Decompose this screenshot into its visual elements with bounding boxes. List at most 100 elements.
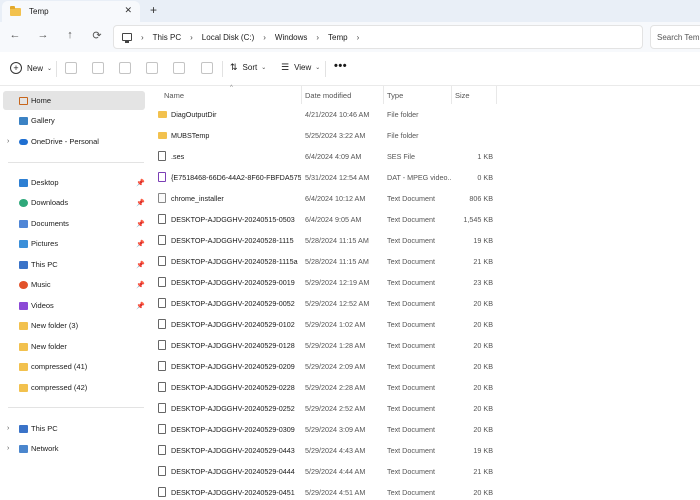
address-bar[interactable]: › This PC › Local Disk (C:) › Windows › … xyxy=(113,25,643,49)
sidebar-item-pictures[interactable]: Pictures 📌 xyxy=(0,234,146,253)
sidebar-item-onedrive[interactable]: › OneDrive - Personal xyxy=(0,132,146,151)
expand-icon[interactable]: › xyxy=(7,138,9,145)
sidebar-item-documents[interactable]: Documents 📌 xyxy=(0,214,146,233)
sidebar-item-network[interactable]: › Network xyxy=(0,439,146,458)
sidebar-item-label: This PC xyxy=(31,260,58,269)
back-button[interactable]: ← xyxy=(8,29,22,41)
file-row[interactable]: DESKTOP-AJDGGHV-20240529-0102 5/29/2024 1… xyxy=(155,314,700,335)
pin-icon: 📌 xyxy=(136,281,145,289)
sidebar-item-this-pc-tree[interactable]: › This PC xyxy=(0,419,146,438)
sidebar-item-gallery[interactable]: Gallery xyxy=(0,111,146,130)
file-row[interactable]: DESKTOP-AJDGGHV-20240529-0209 5/29/2024 2… xyxy=(155,356,700,377)
sidebar-item-this-pc[interactable]: This PC 📌 xyxy=(0,255,146,274)
file-row[interactable]: chrome_installer 6/4/2024 10:12 AM Text Do… xyxy=(155,188,700,209)
file-name: {E7518468-66D6-44A2-8F60-FBFDA5757... xyxy=(171,173,301,182)
file-type: File folder xyxy=(387,131,419,140)
file-row[interactable]: .ses 6/4/2024 4:09 AM SES File 1 KB xyxy=(155,146,700,167)
document-icon xyxy=(158,277,166,287)
folder-icon xyxy=(158,132,167,139)
file-row[interactable]: DESKTOP-AJDGGHV-20240528-1115 5/28/2024 1… xyxy=(155,230,700,251)
file-row[interactable]: DESKTOP-AJDGGHV-20240529-0309 5/29/2024 3… xyxy=(155,419,700,440)
column-divider[interactable] xyxy=(301,86,302,104)
breadcrumb-separator[interactable]: › xyxy=(263,33,266,42)
file-row[interactable]: DESKTOP-AJDGGHV-20240529-0019 5/29/2024 1… xyxy=(155,272,700,293)
sidebar-item-compressed-41[interactable]: compressed (41) xyxy=(0,357,146,376)
delete-icon[interactable] xyxy=(201,62,213,74)
pin-icon: 📌 xyxy=(136,302,145,310)
new-button[interactable]: + New ⌄ xyxy=(10,62,52,74)
file-row[interactable]: DESKTOP-AJDGGHV-20240529-0451 5/29/2024 4… xyxy=(155,482,700,500)
more-options-button[interactable]: ••• xyxy=(334,60,347,72)
expand-icon[interactable]: › xyxy=(7,425,9,432)
sidebar-item-downloads[interactable]: Downloads 📌 xyxy=(0,193,146,212)
file-name: DESKTOP-AJDGGHV-20240528-1115a xyxy=(171,257,298,266)
sidebar-item-label: Downloads xyxy=(31,198,69,207)
search-input[interactable]: Search Temp xyxy=(650,25,700,49)
copy-icon[interactable] xyxy=(92,62,104,74)
search-placeholder: Search Temp xyxy=(657,32,700,42)
file-row[interactable]: MUBSTemp 5/25/2024 3:22 AM File folder xyxy=(155,125,700,146)
sidebar-item-label: New folder xyxy=(31,342,67,351)
sidebar-divider xyxy=(8,407,144,408)
share-icon[interactable] xyxy=(173,62,185,74)
rename-icon[interactable] xyxy=(146,62,158,74)
sort-button[interactable]: ⇅ Sort ⌄ xyxy=(230,62,266,73)
file-size: 20 KB xyxy=(473,299,493,308)
file-name: .ses xyxy=(171,152,185,161)
file-row[interactable]: DESKTOP-AJDGGHV-20240528-1115a 5/28/2024 … xyxy=(155,251,700,272)
file-row[interactable]: {E7518468-66D6-44A2-8F60-FBFDA5757... 5/3… xyxy=(155,167,700,188)
file-size: 21 KB xyxy=(473,257,493,266)
new-tab-button[interactable]: + xyxy=(150,3,157,17)
column-divider[interactable] xyxy=(451,86,452,104)
expand-icon[interactable]: › xyxy=(7,445,9,452)
file-row[interactable]: DESKTOP-AJDGGHV-20240529-0052 5/29/2024 1… xyxy=(155,293,700,314)
file-row[interactable]: DESKTOP-AJDGGHV-20240515-0503 6/4/2024 9:… xyxy=(155,209,700,230)
file-size: 20 KB xyxy=(473,383,493,392)
file-row[interactable]: DiagOutputDir 4/21/2024 10:46 AM File fold… xyxy=(155,104,700,125)
videos-icon xyxy=(19,301,28,310)
breadcrumb-separator[interactable]: › xyxy=(316,33,319,42)
sidebar-item-videos[interactable]: Videos 📌 xyxy=(0,296,146,315)
file-type: Text Document xyxy=(387,362,435,371)
gallery-icon xyxy=(19,116,28,125)
sidebar-item-music[interactable]: Music 📌 xyxy=(0,275,146,294)
column-header-date[interactable]: Date modified xyxy=(305,91,351,100)
file-type: Text Document xyxy=(387,236,435,245)
file-row[interactable]: DESKTOP-AJDGGHV-20240529-0444 5/29/2024 4… xyxy=(155,461,700,482)
close-tab-icon[interactable]: ✕ xyxy=(124,5,132,16)
column-header-name[interactable]: Name xyxy=(164,91,184,100)
sidebar-item-new-folder[interactable]: New folder xyxy=(0,337,146,356)
up-button[interactable]: ↑ xyxy=(63,29,77,41)
view-icon: ☰ xyxy=(281,62,290,72)
pin-icon: 📌 xyxy=(136,199,145,207)
breadcrumb-separator[interactable]: › xyxy=(357,33,360,42)
column-divider[interactable] xyxy=(496,86,497,104)
sidebar-item-new-folder-3[interactable]: New folder (3) xyxy=(0,316,146,335)
file-row[interactable]: DESKTOP-AJDGGHV-20240529-0443 5/29/2024 4… xyxy=(155,440,700,461)
breadcrumb-separator[interactable]: › xyxy=(190,33,193,42)
view-button[interactable]: ☰ View ⌄ xyxy=(281,62,320,73)
breadcrumb-this-pc[interactable]: This PC xyxy=(153,33,181,42)
column-header-size[interactable]: Size xyxy=(455,91,470,100)
file-name: DESKTOP-AJDGGHV-20240529-0252 xyxy=(171,404,295,413)
sidebar-item-desktop[interactable]: Desktop 📌 xyxy=(0,173,146,192)
sidebar-item-home[interactable]: Home xyxy=(3,91,145,110)
paste-icon[interactable] xyxy=(119,62,131,74)
file-date-modified: 5/29/2024 3:09 AM xyxy=(305,425,366,434)
breadcrumb-local-disk[interactable]: Local Disk (C:) xyxy=(202,33,254,42)
breadcrumb-windows[interactable]: Windows xyxy=(275,33,307,42)
column-header-type[interactable]: Type xyxy=(387,91,403,100)
file-row[interactable]: DESKTOP-AJDGGHV-20240529-0128 5/29/2024 1… xyxy=(155,335,700,356)
folder-icon xyxy=(19,342,28,351)
column-divider[interactable] xyxy=(383,86,384,104)
refresh-button[interactable]: ⟳ xyxy=(90,29,104,42)
file-name: DESKTOP-AJDGGHV-20240529-0443 xyxy=(171,446,295,455)
tab-temp[interactable]: Temp ✕ xyxy=(2,1,140,22)
file-row[interactable]: DESKTOP-AJDGGHV-20240529-0252 5/29/2024 2… xyxy=(155,398,700,419)
breadcrumb-temp[interactable]: Temp xyxy=(328,33,348,42)
forward-button[interactable]: → xyxy=(36,29,50,41)
sidebar-item-compressed-42[interactable]: compressed (42) xyxy=(0,378,146,397)
file-row[interactable]: DESKTOP-AJDGGHV-20240529-0228 5/29/2024 2… xyxy=(155,377,700,398)
cut-icon[interactable] xyxy=(65,62,77,74)
file-type: Text Document xyxy=(387,278,435,287)
